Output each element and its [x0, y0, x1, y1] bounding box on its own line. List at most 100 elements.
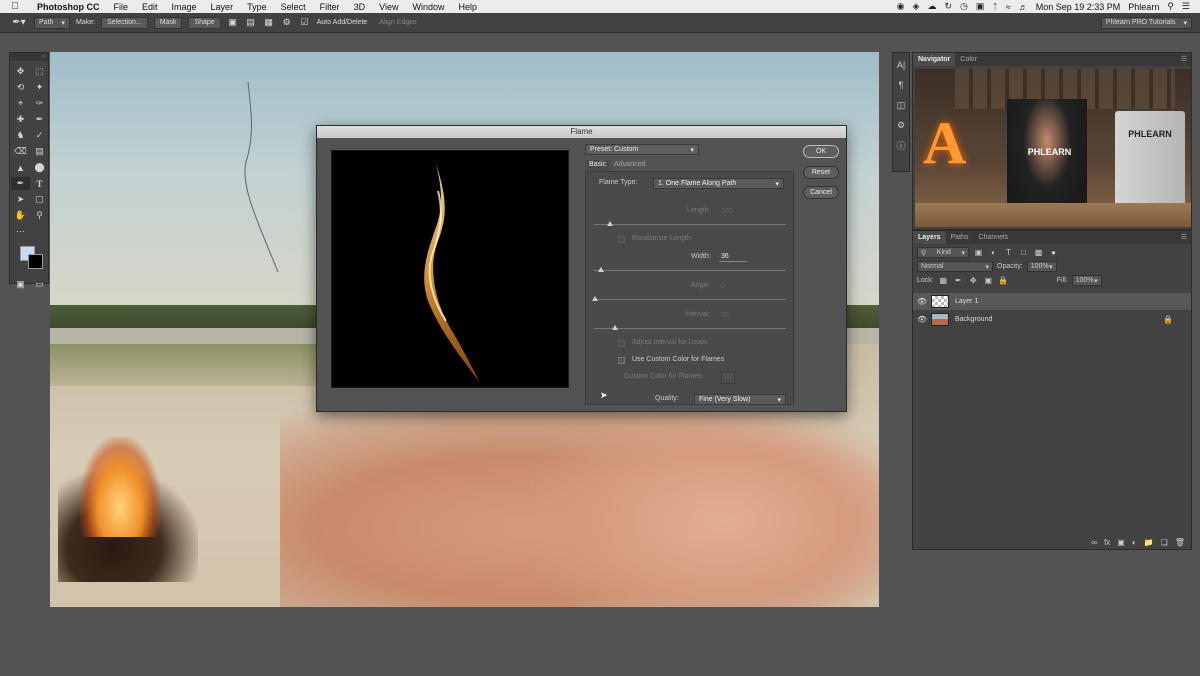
reset-button[interactable]: Reset: [803, 166, 839, 179]
shape-button[interactable]: Shape: [188, 16, 221, 29]
healing-brush-tool-icon[interactable]: ✚: [11, 113, 30, 126]
zoom-tool-icon[interactable]: ⚲: [30, 209, 49, 222]
flame-type-select[interactable]: 1. One Flame Along Path ▾: [653, 178, 784, 189]
properties-panel-icon[interactable]: ◫: [893, 97, 909, 113]
menu-file[interactable]: File: [107, 2, 136, 12]
custom-color-swatch[interactable]: [721, 372, 735, 384]
menu-layer[interactable]: Layer: [204, 2, 241, 12]
menu-app-name[interactable]: Photoshop CC: [30, 2, 107, 12]
shape-tool-icon[interactable]: ▢: [30, 193, 49, 206]
bluetooth-icon[interactable]: ᛏ: [992, 2, 997, 12]
layer-filter-select[interactable]: ⚲ Kind ▾: [917, 247, 969, 258]
lock-all-icon[interactable]: 🔒: [998, 275, 1009, 286]
adjustment-layer-icon[interactable]: ◐: [1132, 538, 1137, 547]
blur-tool-icon[interactable]: ▲: [11, 161, 30, 174]
length-input[interactable]: 100: [719, 206, 747, 216]
filter-adjustment-icon[interactable]: ◐: [988, 247, 999, 258]
pen-mode-select[interactable]: Path ▾: [34, 16, 70, 29]
tab-navigator[interactable]: Navigator: [913, 53, 956, 66]
workspace-select[interactable]: Phlearn PRO Tutorials ▾: [1100, 16, 1192, 29]
link-layers-icon[interactable]: ∞: [1091, 538, 1097, 547]
blend-mode-select[interactable]: Normal ▾: [917, 261, 993, 272]
ok-button[interactable]: OK: [803, 145, 839, 158]
filter-toggle-icon[interactable]: ●: [1048, 247, 1059, 258]
apple-icon[interactable]: : [0, 1, 30, 12]
menu-help[interactable]: Help: [451, 2, 484, 12]
filter-smart-object-icon[interactable]: ▩: [1033, 247, 1044, 258]
history-brush-tool-icon[interactable]: ✓: [30, 129, 49, 142]
paragraph-panel-icon[interactable]: ¶: [893, 77, 909, 93]
interval-slider-knob[interactable]: [612, 325, 618, 330]
cancel-button[interactable]: Cancel: [803, 186, 839, 199]
menu-image[interactable]: Image: [165, 2, 204, 12]
tab-channels[interactable]: Channels: [973, 231, 1013, 244]
interval-input[interactable]: 30: [719, 310, 747, 320]
add-mask-icon[interactable]: ▣: [1117, 538, 1125, 547]
record-icon[interactable]: ◉: [897, 1, 905, 12]
background-color-swatch[interactable]: [28, 254, 43, 269]
type-tool-icon[interactable]: T: [30, 177, 49, 190]
quick-mask-icon[interactable]: ▣: [11, 278, 30, 291]
auto-add-checkbox[interactable]: ☑: [299, 17, 311, 29]
pen-tool-icon[interactable]: ✒▾: [10, 16, 28, 30]
layer-row-layer-1[interactable]: 👁 Layer 1: [913, 293, 1191, 310]
angle-input[interactable]: 0: [719, 281, 747, 291]
gear-icon[interactable]: ⚙: [281, 17, 293, 29]
angle-slider[interactable]: [592, 296, 786, 301]
adjustments-panel-icon[interactable]: ⚙: [893, 117, 909, 133]
drawn-path[interactable]: [240, 77, 300, 277]
spotlight-icon[interactable]: ⚲: [1167, 1, 1174, 12]
navigator-thumbnail[interactable]: A PHLEARN PHLEARN: [915, 69, 1191, 227]
menu-edit[interactable]: Edit: [135, 2, 165, 12]
notification-icon[interactable]: ☰: [1182, 1, 1190, 12]
selection-button[interactable]: Selection...: [101, 16, 148, 29]
eraser-tool-icon[interactable]: ⌫: [11, 145, 30, 158]
lock-transparent-icon[interactable]: ▦: [938, 275, 949, 286]
clone-stamp-tool-icon[interactable]: ♞: [11, 129, 30, 142]
menu-select[interactable]: Select: [274, 2, 313, 12]
width-slider-knob[interactable]: [598, 267, 604, 272]
path-operations-icon[interactable]: ▣: [227, 17, 239, 29]
tab-layers[interactable]: Layers: [913, 231, 946, 244]
interval-slider[interactable]: [594, 325, 786, 330]
marquee-tool-icon[interactable]: ⬚: [30, 65, 49, 78]
character-panel-icon[interactable]: A|: [893, 57, 909, 73]
menu-filter[interactable]: Filter: [313, 2, 347, 12]
eyedropper-tool-icon[interactable]: ✑: [30, 97, 49, 110]
path-selection-tool-icon[interactable]: ➤: [11, 193, 30, 206]
volume-icon[interactable]: ♬: [1019, 2, 1028, 12]
mask-button[interactable]: Mask: [153, 16, 183, 29]
adjust-interval-checkbox[interactable]: [618, 340, 625, 347]
custom-color-checkbox[interactable]: [618, 357, 625, 364]
menubar-user[interactable]: Phlearn: [1128, 2, 1159, 12]
tab-advanced[interactable]: Advanced: [610, 160, 649, 171]
timemachine-icon[interactable]: ◷: [960, 1, 968, 12]
menu-window[interactable]: Window: [405, 2, 451, 12]
pen-tool-icon[interactable]: ✒: [11, 177, 30, 190]
randomize-length-checkbox[interactable]: [618, 236, 625, 243]
gradient-tool-icon[interactable]: ▤: [30, 145, 49, 158]
filter-shape-icon[interactable]: □: [1018, 247, 1029, 258]
panel-menu-icon[interactable]: ☰: [1176, 231, 1191, 244]
tab-basic[interactable]: Basic: [585, 160, 611, 171]
width-input[interactable]: 36: [719, 252, 747, 262]
lock-position-icon[interactable]: ✥: [968, 275, 979, 286]
path-arrangement-icon[interactable]: ▦: [263, 17, 275, 29]
length-slider[interactable]: [594, 221, 786, 226]
hand-tool-icon[interactable]: ✋: [11, 209, 30, 222]
tab-color[interactable]: Color: [955, 53, 982, 66]
dropbox-icon[interactable]: ◈: [913, 1, 920, 12]
width-slider[interactable]: [594, 267, 786, 272]
new-layer-icon[interactable]: ❏: [1161, 538, 1168, 547]
menu-view[interactable]: View: [372, 2, 405, 12]
fx-icon[interactable]: fx: [1104, 538, 1110, 547]
layer-row-background[interactable]: 👁 Background 🔒: [913, 311, 1191, 328]
tools-panel-header[interactable]: »: [10, 53, 48, 61]
info-panel-icon[interactable]: ⓘ: [893, 137, 909, 153]
brush-tool-icon[interactable]: ✒: [30, 113, 49, 126]
new-group-icon[interactable]: 📁: [1144, 538, 1154, 547]
magic-wand-tool-icon[interactable]: ✦: [30, 81, 49, 94]
display-icon[interactable]: ▣: [976, 1, 985, 12]
quality-select[interactable]: Fine (Very Slow) ▾: [694, 394, 786, 405]
tab-paths[interactable]: Paths: [946, 231, 974, 244]
